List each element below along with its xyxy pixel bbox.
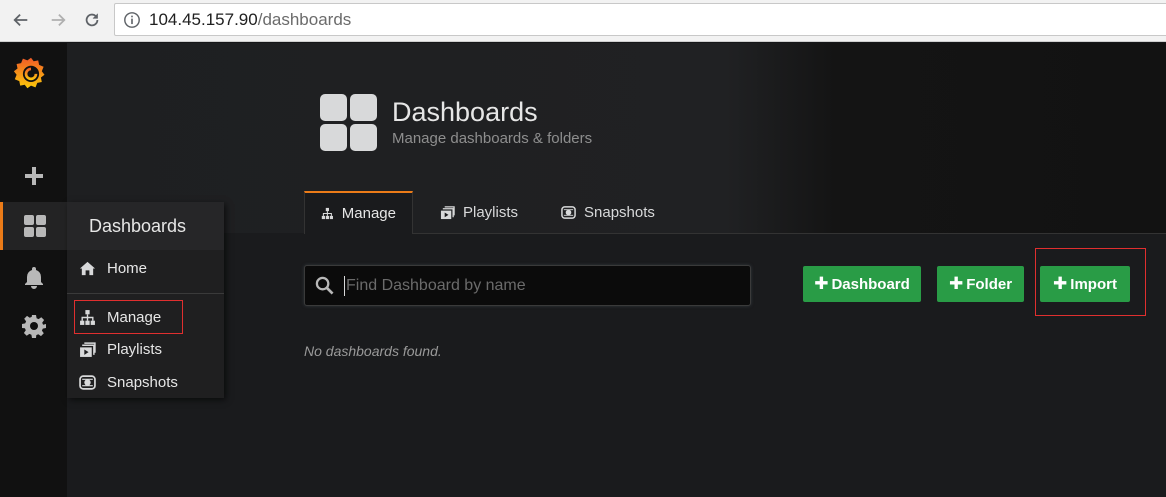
snapshots-icon <box>561 206 576 219</box>
arrow-right-icon <box>51 13 66 27</box>
flyout-divider <box>67 293 224 294</box>
dashboards-flyout-menu: Dashboards Home Manage Playlists Snapsho… <box>67 202 224 398</box>
configuration-menu-item[interactable] <box>0 302 67 350</box>
url-path: /dashboards <box>257 9 352 29</box>
alerting-menu-item[interactable] <box>0 253 67 301</box>
new-folder-button[interactable]: ✚ Folder <box>937 266 1024 302</box>
import-highlight-box <box>1035 248 1146 316</box>
url-text: 104.45.157.90/dashboards <box>149 10 351 30</box>
manage-highlight-box <box>74 300 183 334</box>
dashboards-icon <box>24 215 46 237</box>
info-icon <box>124 11 140 28</box>
browser-toolbar: 104.45.157.90/dashboards <box>0 0 1166 42</box>
url-host: 104.45.157.90 <box>149 9 258 29</box>
new-folder-label: Folder <box>966 275 1013 293</box>
flyout-title[interactable]: Dashboards <box>67 202 224 250</box>
flyout-item-label: Playlists <box>107 340 163 358</box>
tab-playlists[interactable]: Playlists <box>424 191 534 234</box>
main-content: Dashboards Manage dashboards & folders M… <box>67 43 1166 497</box>
new-dashboard-label: Dashboard <box>831 275 910 293</box>
flyout-item-label: Home <box>107 259 148 277</box>
page-title: Dashboards <box>392 97 538 127</box>
grafana-logo-icon[interactable] <box>13 55 49 91</box>
gear-icon <box>21 315 46 338</box>
flyout-item-label: Snapshots <box>107 373 178 391</box>
snapshots-icon <box>79 374 96 390</box>
reload-button[interactable] <box>79 8 105 32</box>
tab-snapshots-label: Snapshots <box>584 204 655 221</box>
tab-playlists-label: Playlists <box>463 204 519 221</box>
empty-state-message: No dashboards found. <box>304 343 442 359</box>
address-bar[interactable]: 104.45.157.90/dashboards <box>114 3 1166 36</box>
reload-icon <box>85 13 99 27</box>
search-box[interactable] <box>304 265 751 306</box>
flyout-item-playlists[interactable]: Playlists <box>79 338 162 360</box>
search-input[interactable] <box>344 275 724 296</box>
plus-icon: ✚ <box>814 274 829 293</box>
create-menu-item[interactable] <box>0 152 67 200</box>
plus-icon <box>24 167 43 185</box>
sitemap-icon <box>321 207 333 220</box>
home-icon <box>79 261 96 275</box>
tab-snapshots[interactable]: Snapshots <box>545 191 671 234</box>
flyout-item-snapshots[interactable]: Snapshots <box>79 371 178 393</box>
plus-icon: ✚ <box>948 274 964 293</box>
tab-manage-label: Manage <box>341 205 396 222</box>
dashboards-menu-item[interactable] <box>0 202 67 250</box>
dashboards-header-icon <box>320 94 377 151</box>
back-button[interactable] <box>8 8 34 32</box>
new-dashboard-button[interactable]: ✚ Dashboard <box>803 266 921 302</box>
tab-manage[interactable]: Manage <box>304 191 413 234</box>
playlists-icon <box>440 206 455 220</box>
page-subtitle: Manage dashboards & folders <box>392 130 593 147</box>
side-menu <box>0 43 67 497</box>
forward-button[interactable] <box>45 8 71 32</box>
bell-icon <box>24 267 43 289</box>
playlists-icon <box>80 341 96 357</box>
search-icon <box>315 276 334 295</box>
flyout-item-home[interactable]: Home <box>79 257 147 279</box>
arrow-left-icon <box>13 13 28 27</box>
